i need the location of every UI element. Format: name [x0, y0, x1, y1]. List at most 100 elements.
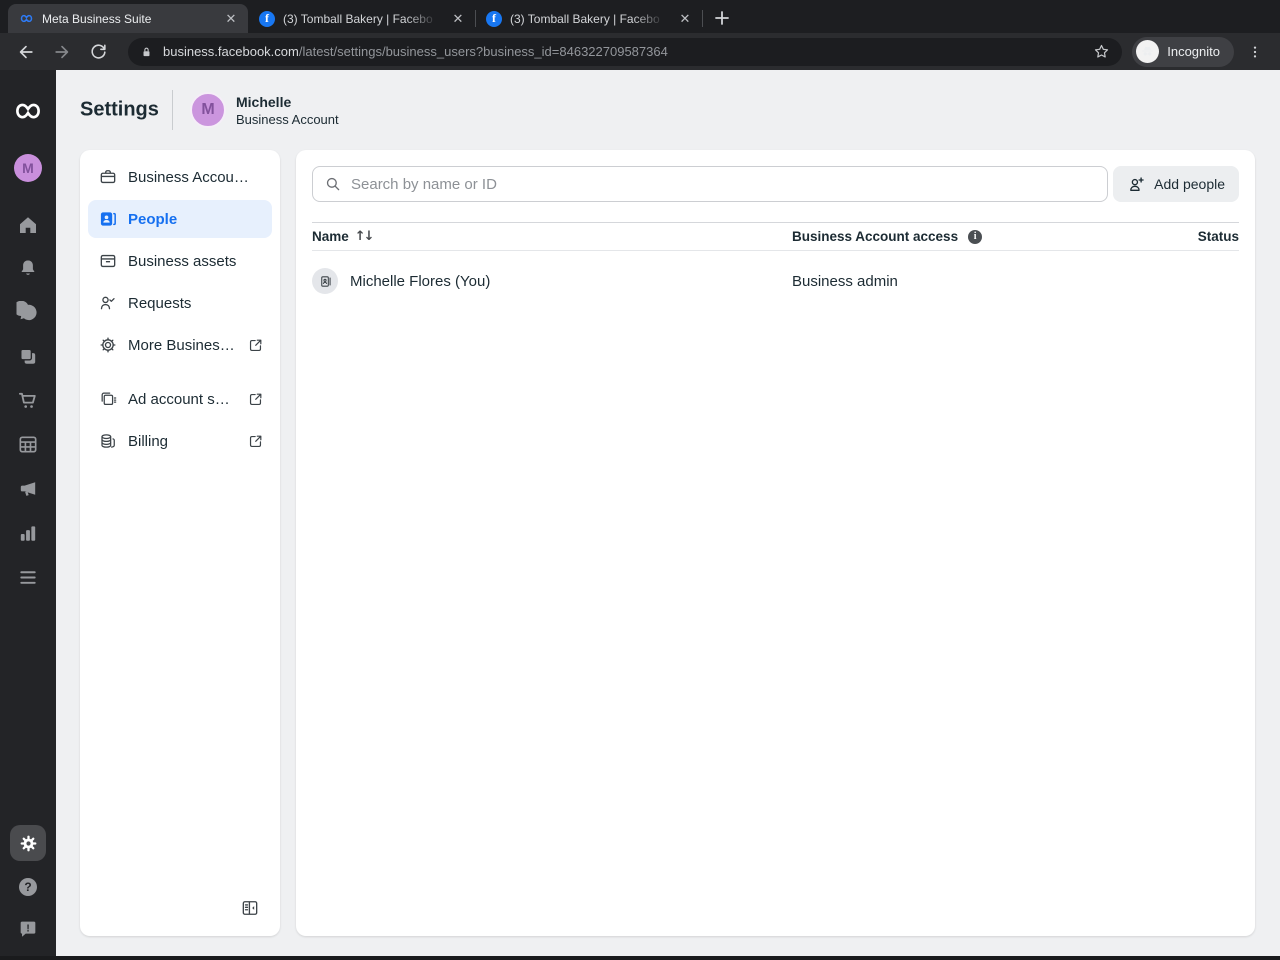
nav-item-label: More Busines… — [128, 336, 235, 354]
url-text: business.facebook.com/latest/settings/bu… — [163, 44, 1090, 59]
tab-tomball-bakery-1[interactable]: f (3) Tomball Bakery | Facebo ✕ — [249, 4, 475, 33]
tab-title: Meta Business Suite — [42, 11, 152, 26]
assets-box-icon — [98, 251, 118, 271]
ad-account-icon — [98, 389, 118, 409]
nav-item-requests[interactable]: Requests — [88, 284, 272, 322]
people-table: Name ↑↓ Business Account access i Status — [312, 222, 1239, 311]
settings-nav: Business Accou… People Business assets R… — [80, 150, 280, 936]
nav-item-label: Business Accou… — [128, 168, 249, 186]
browser-menu-icon[interactable] — [1242, 39, 1268, 65]
forward-button[interactable] — [48, 38, 76, 66]
bookmark-star-icon[interactable] — [1090, 41, 1112, 63]
close-tab-icon[interactable]: ✕ — [449, 10, 467, 28]
browser-window: Meta Business Suite ✕ f (3) Tomball Bake… — [0, 0, 1280, 960]
svg-text:?: ? — [24, 880, 31, 894]
add-people-label: Add people — [1154, 176, 1225, 192]
incognito-badge: Incognito — [1132, 36, 1234, 67]
facebook-icon: f — [259, 10, 275, 27]
url-path: /latest/settings/business_users?business… — [298, 44, 668, 59]
tab-meta-business-suite[interactable]: Meta Business Suite ✕ — [8, 4, 248, 33]
people-card-icon — [98, 209, 118, 229]
tab-title: (3) Tomball Bakery | Facebo — [283, 11, 433, 26]
meta-business-suite-page: M ? ! Settings M Michelle Business Accou… — [0, 70, 1280, 960]
external-link-icon — [247, 337, 264, 354]
column-status: Status — [1197, 229, 1239, 244]
business-account-avatar[interactable]: M — [190, 92, 226, 128]
sort-icon[interactable]: ↑↓ — [355, 229, 375, 244]
briefcase-icon — [98, 167, 118, 187]
business-account-name: Michelle — [236, 94, 292, 110]
nav-item-more-business-settings[interactable]: More Busines… — [88, 326, 272, 364]
business-avatar[interactable]: M — [14, 154, 42, 182]
nav-item-business-assets[interactable]: Business assets — [88, 242, 272, 280]
insights-chart-icon[interactable] — [17, 522, 40, 545]
feedback-icon[interactable]: ! — [17, 918, 39, 940]
person-access: Business admin — [792, 272, 898, 290]
nav-item-people[interactable]: People — [88, 200, 272, 238]
nav-item-label: Business assets — [128, 252, 237, 270]
svg-text:!: ! — [26, 923, 29, 934]
browser-toolbar: business.facebook.com/latest/settings/bu… — [0, 33, 1280, 70]
column-business-account-access: Business Account access i — [792, 229, 1198, 244]
billing-coins-icon — [98, 431, 118, 451]
meta-logo-icon — [18, 11, 34, 27]
new-tab-button[interactable] — [709, 5, 735, 31]
settings-gear-icon[interactable] — [10, 825, 46, 861]
add-people-button[interactable]: Add people — [1113, 166, 1239, 202]
person-avatar — [312, 268, 338, 294]
external-link-icon — [247, 391, 264, 408]
person-plus-icon — [1127, 175, 1146, 194]
back-button[interactable] — [12, 38, 40, 66]
help-icon[interactable]: ? — [16, 875, 40, 899]
table-header: Name ↑↓ Business Account access i Status — [312, 222, 1239, 251]
notifications-bell-icon[interactable] — [17, 257, 40, 280]
external-link-icon — [247, 433, 264, 450]
page-title: Settings — [80, 98, 159, 121]
settings-content: Settings M Michelle Business Account Bus… — [56, 70, 1280, 960]
nav-item-label: People — [128, 210, 178, 228]
ads-megaphone-icon[interactable] — [17, 477, 40, 500]
home-icon[interactable] — [16, 213, 40, 237]
column-name[interactable]: Name ↑↓ — [312, 229, 792, 244]
nav-item-label: Billing — [128, 432, 169, 450]
people-panel: Add people Name ↑↓ Business Account acce… — [296, 150, 1255, 936]
gear-outline-icon — [98, 335, 118, 355]
content-posts-icon[interactable] — [17, 345, 40, 368]
nav-item-business-account[interactable]: Business Accou… — [88, 158, 272, 196]
nav-item-label: Requests — [128, 294, 192, 312]
lock-icon — [143, 47, 150, 56]
nav-item-ad-account-settings[interactable]: Ad account s… — [88, 380, 272, 418]
meta-logo-icon[interactable] — [13, 96, 43, 126]
window-bottom-edge — [0, 956, 1280, 960]
incognito-icon — [1136, 40, 1160, 63]
person-name-cell: Michelle Flores (You) — [312, 268, 792, 294]
collapse-sidebar-icon[interactable] — [240, 898, 260, 918]
business-account-type: Business Account — [236, 112, 339, 127]
table-row[interactable]: Michelle Flores (You) Business admin — [312, 251, 1239, 311]
person-check-icon — [98, 293, 118, 313]
close-tab-icon[interactable]: ✕ — [222, 10, 240, 28]
close-tab-icon[interactable]: ✕ — [676, 10, 694, 28]
people-toolbar: Add people — [312, 166, 1239, 202]
messages-chat-icon[interactable] — [16, 301, 40, 324]
planner-calendar-icon[interactable] — [17, 433, 40, 456]
app-rail: M ? ! — [0, 70, 56, 960]
refresh-button[interactable] — [84, 38, 112, 66]
nav-item-billing[interactable]: Billing — [88, 422, 272, 460]
business-account-info[interactable]: Michelle Business Account — [236, 93, 339, 129]
url-bar[interactable]: business.facebook.com/latest/settings/bu… — [128, 37, 1123, 66]
nav-item-label: Ad account s… — [128, 390, 230, 408]
person-name: Michelle Flores (You) — [350, 272, 491, 290]
all-tools-menu-icon[interactable] — [17, 566, 40, 589]
tab-separator — [702, 10, 703, 27]
tab-tomball-bakery-2[interactable]: f (3) Tomball Bakery | Facebo ✕ — [476, 4, 702, 33]
search-icon — [324, 175, 342, 193]
facebook-icon: f — [486, 10, 502, 27]
info-icon[interactable]: i — [968, 229, 983, 244]
commerce-cart-icon[interactable] — [17, 389, 40, 412]
settings-header: Settings M Michelle Business Account — [56, 70, 1280, 150]
incognito-label: Incognito — [1167, 44, 1220, 59]
search-input[interactable] — [312, 166, 1108, 202]
search-box — [312, 166, 1108, 202]
url-domain: business.facebook.com — [163, 44, 299, 59]
